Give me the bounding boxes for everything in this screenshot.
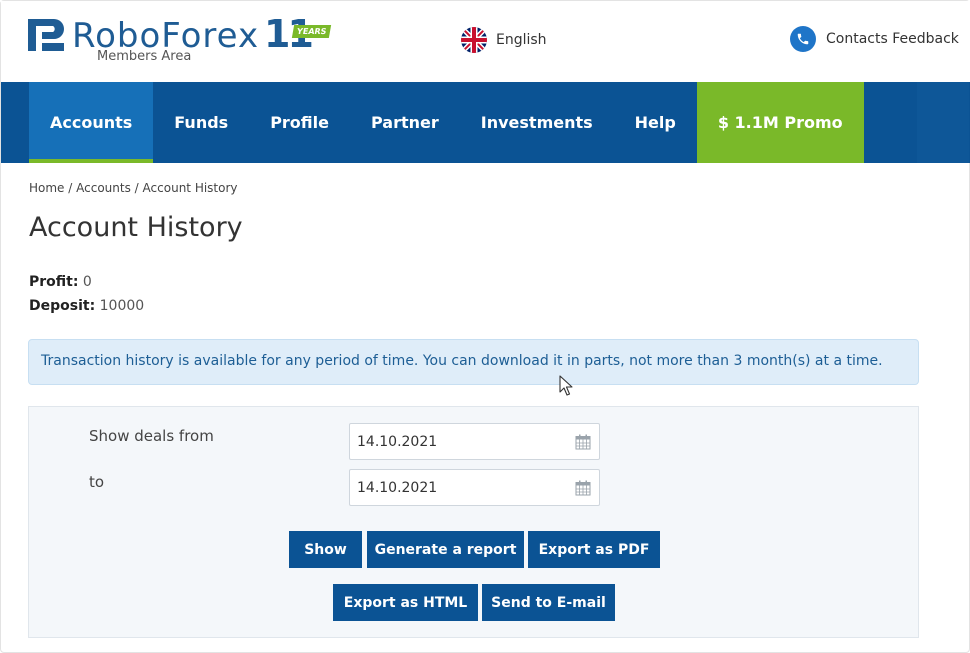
to-label: to: [89, 473, 105, 491]
nav-item-investments[interactable]: Investments: [460, 82, 614, 163]
deposit-label: Deposit:: [29, 298, 96, 314]
date-to-input[interactable]: [357, 479, 557, 496]
breadcrumb-home[interactable]: Home: [29, 181, 64, 195]
main-nav: Accounts Funds Profile Partner Investmen…: [1, 82, 970, 163]
date-to-field[interactable]: [349, 469, 600, 506]
deposit-stat: Deposit: 10000: [29, 298, 144, 314]
deposit-value: 10000: [99, 298, 145, 314]
send-email-button[interactable]: Send to E-mail: [482, 584, 615, 621]
nav-item-accounts[interactable]: Accounts: [29, 82, 154, 163]
nav-item-funds[interactable]: Funds: [153, 82, 249, 163]
breadcrumb-accounts[interactable]: Accounts: [76, 181, 131, 195]
nav-item-promo[interactable]: $ 1.1M Promo: [696, 82, 864, 163]
date-from-field[interactable]: [349, 423, 600, 460]
breadcrumb-separator: /: [68, 181, 73, 195]
filter-panel: Show deals from to Show Generate a: [28, 406, 919, 638]
profit-stat: Profit: 0: [29, 274, 92, 290]
language-selector[interactable]: English: [461, 27, 547, 53]
info-notice: Transaction history is available for any…: [28, 339, 919, 385]
export-html-button[interactable]: Export as HTML: [333, 584, 478, 621]
language-label: English: [496, 32, 547, 48]
profit-value: 0: [82, 274, 92, 290]
anniversary-badge: 11 YEARS: [264, 15, 332, 53]
page-frame: RoboForex Members Area 11 YEARS English: [0, 0, 970, 653]
header: RoboForex Members Area 11 YEARS English: [1, 1, 970, 82]
page-title: Account History: [29, 212, 243, 243]
breadcrumb: Home / Accounts / Account History: [29, 181, 238, 195]
nav-item-partner[interactable]: Partner: [350, 82, 460, 163]
nav-item-help[interactable]: Help: [614, 82, 697, 163]
export-pdf-button[interactable]: Export as PDF: [528, 531, 660, 568]
show-button[interactable]: Show: [289, 531, 362, 568]
phone-icon: [790, 26, 816, 52]
generate-report-button[interactable]: Generate a report: [367, 531, 524, 568]
nav-item-profile[interactable]: Profile: [249, 82, 350, 163]
breadcrumb-separator: /: [134, 181, 139, 195]
brand-subtitle: Members Area: [97, 49, 192, 64]
nav-tail: [917, 82, 969, 163]
profit-label: Profit:: [29, 274, 79, 290]
uk-flag-icon: [461, 27, 487, 53]
date-from-input[interactable]: [357, 433, 557, 450]
calendar-icon[interactable]: [575, 480, 591, 496]
from-label: Show deals from: [89, 427, 214, 445]
breadcrumb-current: Account History: [142, 181, 238, 195]
contacts-feedback-link[interactable]: Contacts Feedback: [790, 26, 959, 52]
calendar-icon[interactable]: [575, 434, 591, 450]
years-label: YEARS: [291, 24, 332, 38]
contacts-label: Contacts Feedback: [826, 31, 959, 47]
roboforex-logo-icon: [28, 19, 64, 51]
mouse-pointer-icon: [559, 375, 573, 396]
